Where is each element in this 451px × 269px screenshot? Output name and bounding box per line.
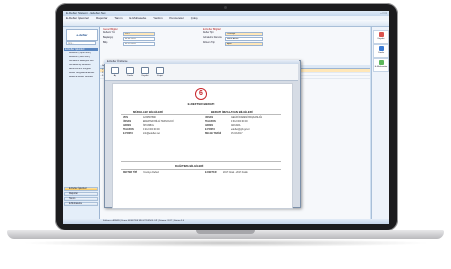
bottom-section-title: DAĞITIMA BİLGİLERİ — [175, 164, 204, 168]
doc-value: edefter@gib.gov.tr — [231, 129, 250, 131]
close-icon — [156, 67, 164, 74]
sidebar-item[interactable]: Gönderim Bekleyen Def. — [69, 60, 98, 63]
print-button[interactable]: Yazdır — [373, 44, 389, 58]
print-label: Yazdır — [377, 52, 385, 54]
doc-value: 2017 Ocak - 2017 Aralık — [223, 172, 248, 174]
doc-label: E-POSTA — [205, 129, 216, 131]
doc-value: 0 212 000 00 00 — [143, 129, 160, 131]
save-label: Kaydet — [141, 75, 149, 77]
disk-icon — [141, 67, 149, 74]
doc-value: 15.03.2017 — [231, 133, 243, 135]
nav-button-edefter[interactable]: E-Defter İşlemleri — [64, 187, 98, 191]
brand-logo: 6 — [195, 88, 207, 100]
field-label: Defter Tipi — [203, 32, 214, 34]
end-date-field[interactable]: 31.12.2017 — [123, 42, 155, 46]
year-field[interactable]: 2017 — [123, 32, 155, 36]
doc-value: 1234567890 — [143, 117, 156, 119]
doc-label: E-DEFTER — [205, 172, 217, 174]
print-icon — [378, 46, 384, 51]
period-select[interactable]: Aylık — [225, 42, 263, 46]
sidebar-item[interactable]: Defterler (Toplu Gön.) — [69, 52, 98, 55]
open-button[interactable]: Aç — [109, 66, 121, 79]
start-date-field[interactable]: 01.01.2017 — [123, 37, 155, 41]
doc-label: DEFTER TİPİ — [123, 172, 138, 174]
field-label: Gönderim Durumu — [203, 37, 222, 39]
doc-value: Yevmiye Defteri — [143, 172, 159, 174]
form-left-header: Genel Bilgiler — [103, 28, 118, 31]
divider — [121, 161, 281, 162]
ledger-icon — [378, 60, 384, 65]
doc-label: VKN — [123, 117, 128, 119]
emuhasebe-label: E-Muhasebe — [374, 66, 388, 68]
doc-label: ADRES — [205, 125, 214, 127]
folder-icon — [111, 67, 119, 74]
doc-label: ADRES — [123, 125, 132, 127]
print-button[interactable]: Yazdır — [124, 66, 136, 79]
sidebar-item[interactable]: Defter Sorgulama Ekranı — [69, 72, 98, 75]
doc-label: ÜNVAN — [123, 121, 131, 123]
doc-label: TELEFON — [205, 121, 216, 123]
camera-icon — [224, 6, 227, 9]
field-label: Başlangıç — [103, 37, 114, 39]
sidebar-item[interactable]: Gönderilmiş Defterler — [69, 64, 98, 67]
emuhasebe-button[interactable]: E-Muhasebe — [373, 58, 389, 72]
sidebar-item[interactable]: Berat Durum Sorgula — [69, 68, 98, 71]
field-label: Bitiş — [103, 42, 108, 44]
status-bar: Kullanıcı: ADMIN | Firma: EDEFTER BİLGİ … — [63, 219, 389, 224]
doc-label: TELEFON — [123, 129, 134, 131]
sidebar-section-header[interactable]: E-Defter İşlemleri — [64, 48, 98, 51]
sidebar-item[interactable]: Defterler (Tekli Gön.) — [69, 56, 98, 59]
laptop-notch — [196, 230, 255, 234]
doc-value: 0 312 000 00 00 — [231, 121, 248, 123]
save-icon — [378, 32, 384, 37]
doc-value: info@edefter.net — [143, 133, 160, 135]
field-label: Defterin Yılı — [103, 32, 115, 34]
sidebar-item[interactable]: Reset E-Defter Gönderi — [69, 76, 98, 79]
open-label: Aç — [113, 75, 117, 77]
print-label: Yazdır — [126, 75, 134, 77]
laptop-shadow — [20, 239, 431, 247]
nav-button-reports[interactable]: Raporlar — [64, 192, 98, 196]
doc-value: ANKARA — [231, 125, 241, 127]
app-logo: e-defter — [66, 29, 98, 41]
doc-label: BELGE TARİHİ — [205, 133, 222, 135]
nav-button-emuhasebe[interactable]: E-Muhasebe — [64, 202, 98, 206]
field-label: Dönem Tipi — [203, 42, 215, 44]
search-input[interactable]: Ara... — [66, 41, 96, 45]
status-select[interactable]: Berat Alındı — [225, 37, 263, 41]
app-screen: E-Defter Sistemi - Edefter.Net – □ × E-D… — [63, 11, 389, 224]
printer-icon — [126, 67, 134, 74]
save-button[interactable]: Kaydet — [373, 30, 389, 44]
toolbar — [63, 20, 389, 32]
doc-value: İSTANBUL — [143, 125, 155, 127]
save-button[interactable]: Kaydet — [139, 66, 151, 79]
close-label: Kapat — [157, 75, 163, 77]
divider — [121, 114, 281, 115]
close-button[interactable]: Kapat — [154, 66, 166, 79]
doc-value: EDEFTER BİLGİ TEKNOLOJİ — [143, 121, 174, 123]
document-title: E-DEFTER BERATI — [187, 102, 215, 106]
nav-button-definitions[interactable]: Tanım — [64, 197, 98, 201]
doc-label: E-POSTA — [123, 133, 134, 135]
doc-value: GELİR İDARESİ BAŞKANLIĞI — [231, 117, 263, 119]
save-label: Kaydet — [377, 38, 385, 40]
status-text: Kullanıcı: ADMIN | Firma: EDEFTER BİLGİ … — [103, 220, 185, 222]
divider — [121, 169, 281, 170]
doc-label: UNVAN — [205, 117, 213, 119]
form-right-header: E-Defter Bilgileri — [203, 28, 222, 31]
ledger-type-select[interactable]: Yevmiye — [225, 32, 263, 36]
